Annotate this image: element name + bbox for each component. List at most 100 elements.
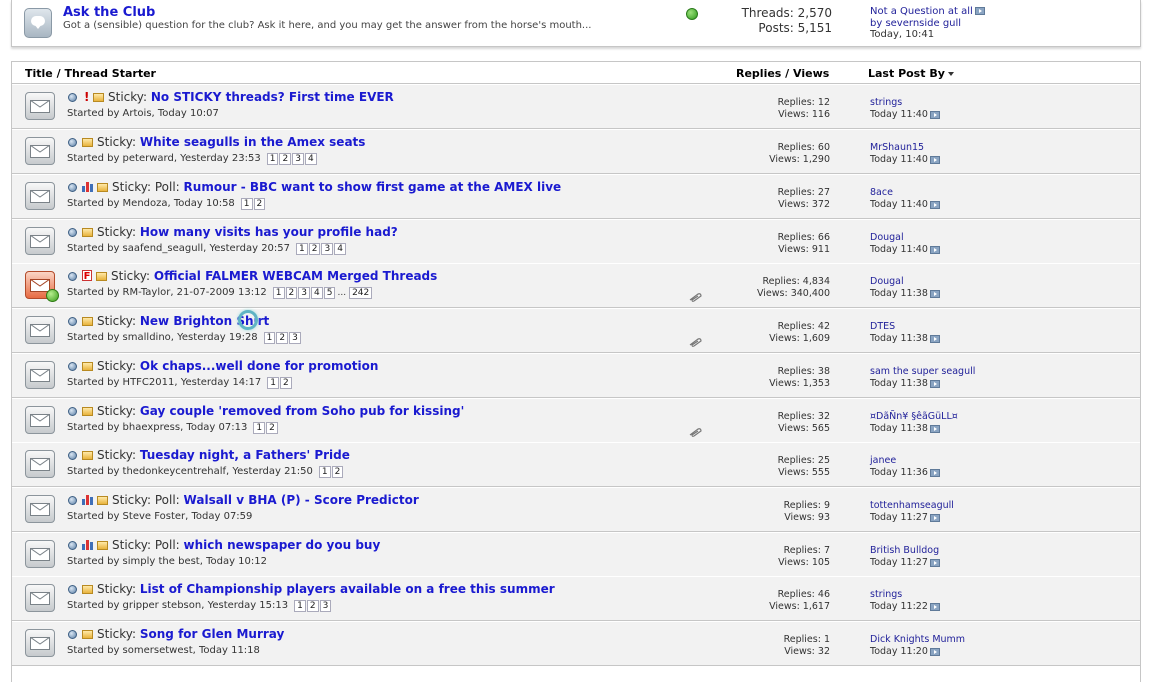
thread-row[interactable]: Sticky: Ok chaps...well done for promoti… [12,353,1140,398]
page-link[interactable]: 1 [272,287,285,299]
thread-row[interactable]: Sticky: Poll: which newspaper do you buy… [12,532,1140,577]
page-link[interactable]: 4 [311,287,323,299]
thread-row[interactable]: Sticky: Song for Glen Murray Started by s… [12,621,1140,666]
thread-preview-icon[interactable] [68,496,77,505]
thread-title-link[interactable]: White seagulls in the Amex seats [140,135,366,149]
page-link[interactable]: 2 [279,153,292,165]
thread-title-link[interactable]: No STICKY threads? First time EVER [151,90,394,104]
thread-row[interactable]: ! Sticky: No STICKY threads? First time E… [12,84,1140,129]
thread-row[interactable]: Sticky: Tuesday night, a Fathers' Pride S… [12,442,1140,487]
page-link[interactable]: 1 [318,466,331,478]
thread-preview-icon[interactable] [68,138,77,147]
thread-preview-icon[interactable] [68,362,77,371]
last-poster-link[interactable]: Dougal [870,276,940,288]
thread-title-link[interactable]: Tuesday night, a Fathers' Pride [140,448,350,462]
thread-preview-icon[interactable] [68,228,77,237]
thread-preview-icon[interactable] [68,93,77,102]
thread-row[interactable]: Sticky: New Brighton Shirt Started by sma… [12,308,1140,353]
thread-title-link[interactable]: Gay couple 'removed from Soho pub for ki… [140,404,464,418]
last-poster-link[interactable]: 8ace [870,187,940,199]
thread-title-link[interactable]: Rumour - BBC want to show first game at … [184,180,562,194]
last-post-author-link[interactable]: by severnside gull [870,18,985,30]
last-poster-link[interactable]: strings [870,97,940,109]
thread-title-link[interactable]: Song for Glen Murray [140,627,284,641]
thread-preview-icon[interactable] [68,183,77,192]
last-poster-link[interactable]: DTES [870,321,940,333]
last-poster-link[interactable]: Dick Knights Mumm [870,634,965,646]
page-link[interactable]: 1 [296,243,308,255]
page-link[interactable]: 2 [331,466,344,478]
sort-by-replies-views[interactable]: Replies / Views [736,67,829,80]
go-to-last-post-icon[interactable] [929,513,940,522]
thread-title-link[interactable]: Walsall v BHA (P) - Score Predictor [184,493,419,507]
page-link[interactable]: 3 [319,600,332,612]
page-link[interactable]: 2 [280,377,292,389]
thread-row[interactable]: Sticky: Poll: Walsall v BHA (P) - Score … [12,487,1140,532]
go-to-last-post-icon[interactable] [974,7,985,15]
last-poster-link[interactable]: janee [870,455,940,467]
page-link[interactable]: 2 [306,600,319,612]
page-link[interactable]: 4 [334,243,346,255]
page-link[interactable]: 5 [323,287,336,299]
page-link[interactable]: 1 [266,153,279,165]
attachment-paperclip-icon[interactable] [689,292,702,302]
go-to-last-post-icon[interactable] [929,200,940,209]
page-link[interactable]: 1 [294,600,306,612]
thread-preview-icon[interactable] [68,451,77,460]
sort-by-last-post[interactable]: Last Post By [868,67,954,80]
go-to-last-post-icon[interactable] [929,289,940,298]
last-poster-link[interactable]: Dougal [870,232,940,244]
page-link[interactable]: 2 [253,198,266,210]
thread-title-link[interactable]: Official FALMER WEBCAM Merged Threads [154,269,437,283]
page-link[interactable]: 242 [349,287,373,299]
go-to-last-post-icon[interactable] [929,379,940,388]
page-link[interactable]: 1 [253,422,266,434]
thread-preview-icon[interactable] [68,585,77,594]
last-poster-link[interactable]: tottenhamseagull [870,500,954,512]
subforum-title-link[interactable]: Ask the Club [63,5,155,20]
last-poster-link[interactable]: ¤DãÑn¥ §êãGüLL¤ [870,411,958,423]
new-posts-arrow-icon[interactable] [46,289,59,302]
go-to-last-post-icon[interactable] [929,468,940,477]
attachment-paperclip-icon[interactable] [689,427,702,437]
page-link[interactable]: 4 [304,153,317,165]
thread-preview-icon[interactable] [68,541,77,550]
thread-row[interactable]: Sticky: Poll: Rumour - BBC want to show … [12,174,1140,219]
page-link[interactable]: 1 [267,377,279,389]
last-poster-link[interactable]: British Bulldog [870,545,940,557]
thread-row[interactable]: Sticky: White seagulls in the Amex seats… [12,129,1140,174]
page-link[interactable]: 3 [298,287,310,299]
go-to-last-post-icon[interactable] [929,602,940,611]
page-link[interactable]: 2 [285,287,298,299]
last-poster-link[interactable]: strings [870,589,940,601]
page-link[interactable]: 1 [240,198,253,210]
page-link[interactable]: 2 [276,332,289,344]
go-to-last-post-icon[interactable] [929,155,940,164]
page-link[interactable]: 3 [292,153,304,165]
thread-preview-icon[interactable] [68,272,77,281]
thread-preview-icon[interactable] [68,317,77,326]
thread-row[interactable]: Sticky: List of Championship players ava… [12,576,1140,621]
go-to-last-post-icon[interactable] [929,424,940,433]
page-link[interactable]: 1 [263,332,276,344]
thread-row[interactable]: F Sticky: Official FALMER WEBCAM Merged T… [12,263,1140,308]
go-to-last-post-icon[interactable] [929,558,940,567]
go-to-last-post-icon[interactable] [929,647,940,656]
last-post-title-link[interactable]: Not a Question at all [870,6,973,17]
thread-preview-icon[interactable] [68,630,77,639]
page-link[interactable]: 2 [308,243,321,255]
go-to-last-post-icon[interactable] [929,110,940,119]
go-to-last-post-icon[interactable] [929,245,940,254]
page-link[interactable]: 3 [321,243,334,255]
thread-title-link[interactable]: Ok chaps...well done for promotion [140,359,379,373]
thread-title-link[interactable]: which newspaper do you buy [184,538,381,552]
sort-by-title[interactable]: Title / Thread Starter [25,67,156,80]
thread-title-link[interactable]: How many visits has your profile had? [140,225,398,239]
thread-row[interactable]: Sticky: How many visits has your profile… [12,219,1140,264]
thread-preview-icon[interactable] [68,407,77,416]
page-link[interactable]: 3 [289,332,301,344]
attachment-paperclip-icon[interactable] [689,337,702,347]
thread-title-link[interactable]: List of Championship players available o… [140,582,555,596]
go-to-last-post-icon[interactable] [929,334,940,343]
last-poster-link[interactable]: MrShaun15 [870,142,940,154]
